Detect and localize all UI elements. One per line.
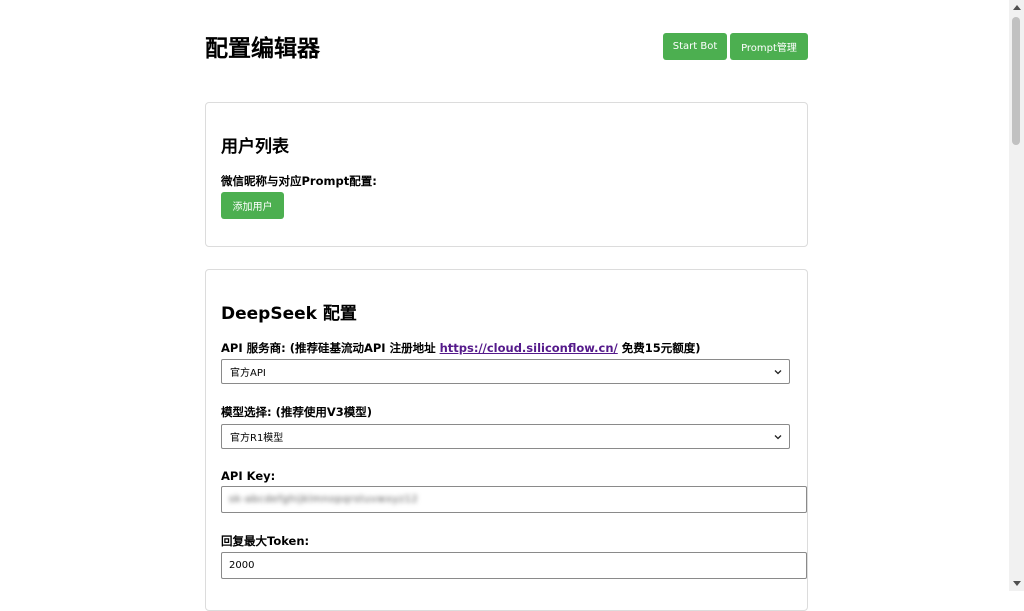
provider-label-prefix: API 服务商: (推荐硅基流动API 注册地址 [221,341,440,355]
add-user-button[interactable]: 添加用户 [221,192,284,219]
page-title: 配置编辑器 [205,36,320,62]
siliconflow-link[interactable]: https://cloud.siliconflow.cn/ [440,341,618,355]
deepseek-section: DeepSeek 配置 API 服务商: (推荐硅基流动API 注册地址 htt… [205,269,808,611]
provider-label-suffix: 免费15元额度) [617,341,701,355]
vertical-scrollbar[interactable] [1009,0,1024,591]
chevron-down-icon [774,435,782,440]
max-token-value: 2000 [229,560,255,571]
api-key-field[interactable]: sk-abcdefghijklmnopqrstuvwxyz12 [221,486,807,513]
arrow-up-icon[interactable] [1013,5,1021,10]
user-list-heading: 用户列表 [221,137,289,157]
deepseek-heading: DeepSeek 配置 [221,304,357,324]
provider-select-value: 官方API [230,368,266,379]
api-key-value: sk-abcdefghijklmnopqrstuvwxyz12 [229,494,419,505]
provider-label: API 服务商: (推荐硅基流动API 注册地址 https://cloud.s… [221,340,701,356]
header: 配置编辑器 Start Bot Prompt管理 [205,33,808,63]
scrollbar-thumb[interactable] [1012,17,1020,145]
chevron-down-icon [774,370,782,375]
max-token-label: 回复最大Token: [221,534,310,548]
max-token-field[interactable]: 2000 [221,552,807,579]
provider-select[interactable]: 官方API [221,359,790,384]
model-label: 模型选择: (推荐使用V3模型) [221,405,373,419]
arrow-down-icon[interactable] [1013,581,1021,586]
model-select-value: 官方R1模型 [230,433,284,444]
user-list-section: 用户列表 微信昵称与对应Prompt配置: 添加用户 [205,102,808,247]
prompt-manage-button[interactable]: Prompt管理 [730,33,808,60]
api-key-label: API Key: [221,469,276,483]
model-select[interactable]: 官方R1模型 [221,424,790,449]
user-mapping-label: 微信昵称与对应Prompt配置: [221,174,377,188]
start-bot-button[interactable]: Start Bot [663,33,727,60]
